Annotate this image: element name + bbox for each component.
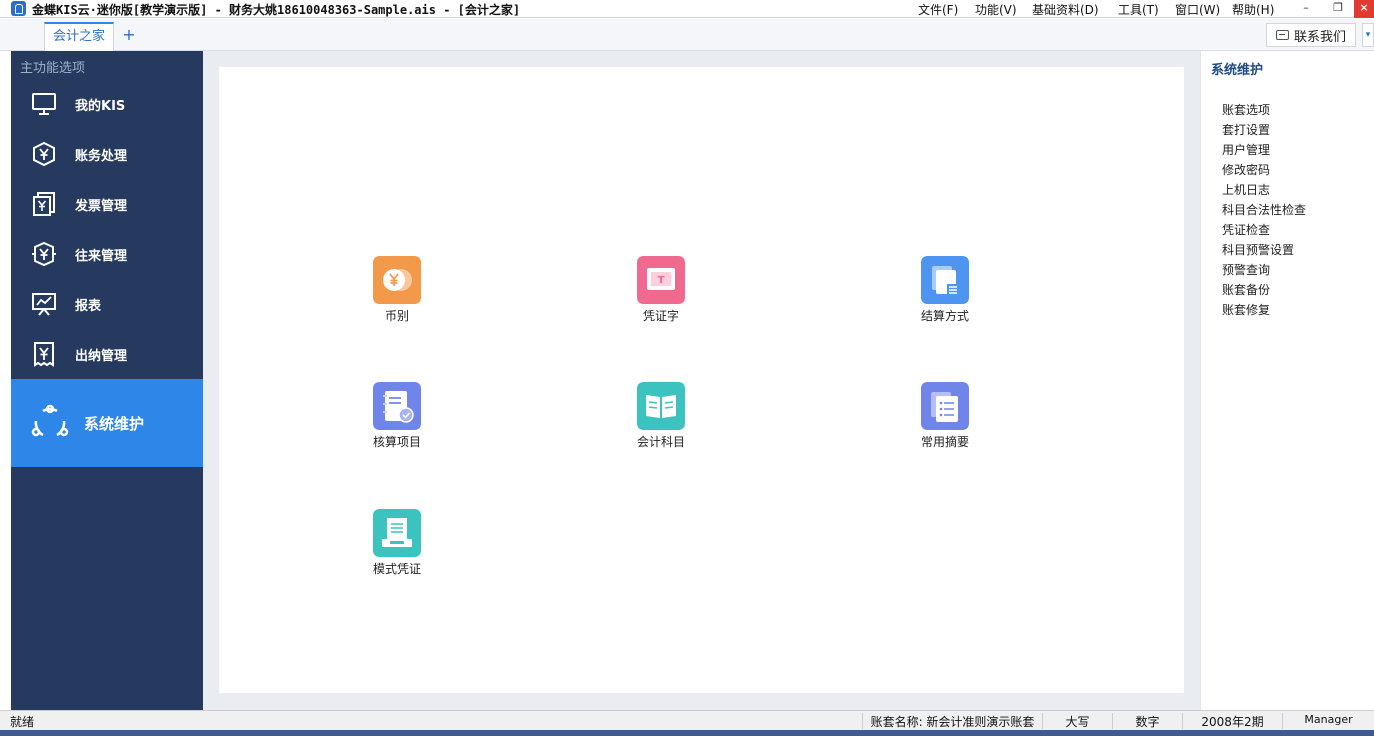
os-taskbar	[0, 730, 1374, 736]
svg-text:T: T	[658, 275, 665, 286]
menu-basic-data[interactable]: 基础资料(D)	[1032, 1, 1118, 18]
menu-file[interactable]: 文件(F)	[918, 1, 975, 18]
app-window: 金蝶KIS云·迷你版[教学演示版] - 财务大姚18610048363-Samp…	[0, 0, 1374, 736]
tile-label: 币别	[384, 309, 409, 323]
tile-label: 结算方式	[920, 309, 969, 323]
right-panel-title: 系统维护	[1211, 63, 1264, 78]
sidebar-item-label: 账务处理	[75, 148, 128, 164]
function-panel: 币别 T 凭证字 结算方式 核算项目 会计科目 常用摘要 模式凭证	[219, 67, 1184, 693]
close-button[interactable]: ×	[1354, 0, 1374, 18]
tile-label: 凭证字	[642, 309, 679, 323]
chart-board-icon	[32, 293, 56, 316]
link-print-template-settings[interactable]: 套打设置	[1222, 121, 1306, 141]
accounting-item-icon	[373, 382, 421, 430]
link-account-set-options[interactable]: 账套选项	[1222, 101, 1306, 121]
sidebar-item-invoice[interactable]: 发票管理	[11, 179, 203, 229]
tile-accounting-item[interactable]: 核算项目	[349, 382, 445, 452]
chat-icon	[1275, 30, 1289, 40]
add-tab-icon[interactable]: +	[120, 27, 138, 45]
sidebar-item-label: 往来管理	[75, 248, 128, 264]
menu-function[interactable]: 功能(V)	[975, 1, 1032, 18]
link-operation-log[interactable]: 上机日志	[1222, 181, 1306, 201]
tile-chart-of-accounts[interactable]: 会计科目	[613, 382, 709, 452]
system-maintenance-panel: 系统维护 账套选项 套打设置 用户管理 修改密码 上机日志 科目合法性检查 凭证…	[1200, 51, 1374, 710]
tile-label: 核算项目	[372, 435, 421, 449]
sidebar-item-label: 我的KIS	[75, 98, 126, 114]
menu-bar: 文件(F) 功能(V) 基础资料(D) 工具(T) 窗口(W) 帮助(H)	[918, 1, 1289, 18]
window-controls: – ❐ ×	[1290, 0, 1374, 18]
tile-label: 常用摘要	[920, 435, 969, 449]
kingdee-logo-icon	[11, 1, 26, 16]
title-bar: 金蝶KIS云·迷你版[教学演示版] - 财务大姚18610048363-Samp…	[0, 0, 1374, 18]
yen-shield-icon	[33, 141, 55, 167]
tab-strip: 会计之家 + 联系我们 ▾	[0, 19, 1374, 51]
status-user: Manager	[1282, 713, 1374, 729]
sidebar-item-ledger[interactable]: 账务处理	[11, 129, 203, 179]
currency-icon	[373, 256, 421, 304]
sidebar-item-system-maintenance[interactable]: 系统维护	[11, 379, 203, 467]
link-user-management[interactable]: 用户管理	[1222, 141, 1306, 161]
voucher-word-icon: T	[637, 256, 685, 304]
status-bar: 就绪 账套名称: 新会计准则演示账套 大写 数字 2008年2期 Manager	[0, 710, 1374, 730]
tile-label: 模式凭证	[372, 562, 421, 576]
system-cycle-icon	[31, 404, 69, 437]
status-caps-lock: 大写	[1042, 713, 1112, 729]
summary-list-icon	[921, 382, 969, 430]
link-alert-query[interactable]: 预警查询	[1222, 261, 1306, 281]
sidebar-item-reports[interactable]: 报表	[11, 279, 203, 329]
account-book-icon	[637, 382, 685, 430]
monitor-icon	[32, 93, 56, 115]
restore-button[interactable]: ❐	[1322, 0, 1354, 18]
main-area: 币别 T 凭证字 结算方式 核算项目 会计科目 常用摘要 模式凭证	[203, 51, 1200, 710]
link-account-validity-check[interactable]: 科目合法性检查	[1222, 201, 1306, 221]
sidebar-item-label: 报表	[75, 298, 102, 314]
link-voucher-check[interactable]: 凭证检查	[1222, 221, 1306, 241]
contact-us-button[interactable]: 联系我们	[1266, 23, 1356, 47]
link-account-set-backup[interactable]: 账套备份	[1222, 281, 1306, 301]
link-account-set-repair[interactable]: 账套修复	[1222, 301, 1306, 321]
menu-window[interactable]: 窗口(W)	[1175, 1, 1232, 18]
sidebar-item-cashier[interactable]: 出纳管理	[11, 329, 203, 379]
tile-settlement[interactable]: 结算方式	[897, 256, 993, 326]
tile-template-voucher[interactable]: 模式凭证	[349, 509, 445, 579]
link-change-password[interactable]: 修改密码	[1222, 161, 1306, 181]
window-title: 金蝶KIS云·迷你版[教学演示版] - 财务大姚18610048363-Samp…	[32, 3, 521, 17]
settlement-icon	[921, 256, 969, 304]
template-voucher-icon	[373, 509, 421, 557]
window-left-edge	[0, 51, 11, 710]
menu-help[interactable]: 帮助(H)	[1232, 1, 1289, 18]
status-ready: 就绪	[10, 715, 35, 729]
tile-common-summary[interactable]: 常用摘要	[897, 382, 993, 452]
tab-accounting-home[interactable]: 会计之家	[44, 22, 114, 51]
tile-currency[interactable]: 币别	[349, 256, 445, 326]
link-account-alert-settings[interactable]: 科目预警设置	[1222, 241, 1306, 261]
cashier-receipt-icon	[34, 342, 54, 367]
invoice-icon	[33, 192, 55, 216]
sidebar-item-my-kis[interactable]: 我的KIS	[11, 79, 203, 129]
tile-voucher-word[interactable]: T 凭证字	[613, 256, 709, 326]
maintenance-link-list: 账套选项 套打设置 用户管理 修改密码 上机日志 科目合法性检查 凭证检查 科目…	[1222, 101, 1306, 321]
status-num-lock: 数字	[1112, 713, 1182, 729]
status-period: 2008年2期	[1182, 713, 1282, 729]
tile-label: 会计科目	[636, 435, 685, 449]
sidebar-heading: 主功能选项	[20, 61, 86, 76]
contact-us-label: 联系我们	[1293, 29, 1346, 45]
menu-tools[interactable]: 工具(T)	[1118, 1, 1175, 18]
sidebar-item-label: 系统维护	[84, 414, 145, 433]
exchange-icon	[32, 241, 56, 267]
sidebar-item-receivables[interactable]: 往来管理	[11, 229, 203, 279]
collapse-icon[interactable]: ▾	[1362, 23, 1374, 47]
sidebar-item-label: 发票管理	[75, 198, 128, 214]
status-account-set: 账套名称: 新会计准则演示账套	[862, 713, 1042, 729]
sidebar-item-label: 出纳管理	[75, 348, 128, 364]
main-sidebar: 主功能选项 我的KIS 账务处理 发票管理 往来管理 报表 出纳管理 系统维护	[11, 51, 203, 710]
minimize-button[interactable]: –	[1290, 0, 1322, 18]
